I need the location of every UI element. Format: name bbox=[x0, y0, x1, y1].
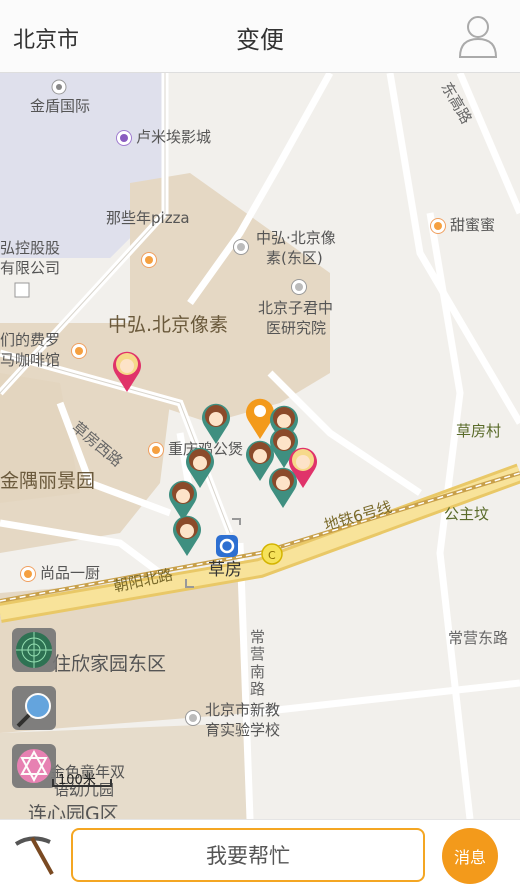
user-icon[interactable] bbox=[458, 13, 498, 59]
label-zhonghong-small-1: 中弘·北京像 bbox=[256, 229, 336, 247]
user-pin-male-1[interactable] bbox=[200, 401, 232, 445]
pickaxe-icon[interactable] bbox=[12, 832, 58, 878]
radar-icon[interactable] bbox=[12, 628, 56, 672]
label-gongzhufen: 公主坟 bbox=[444, 505, 490, 523]
cafe-poi-icon[interactable] bbox=[71, 343, 87, 359]
label-lianxin: 连心园G区 bbox=[28, 803, 119, 819]
label-jindun: 金盾国际 bbox=[30, 97, 91, 115]
label-xinjiaoyu-2: 育实验学校 bbox=[205, 721, 281, 739]
app-title: 变便 bbox=[236, 26, 284, 54]
label-xinjiaoyu-1: 北京市新教 bbox=[205, 701, 281, 719]
label-shangpin: 尚品一厨 bbox=[40, 564, 101, 582]
label-zijun-1: 北京子君中 bbox=[258, 299, 334, 317]
label-company: 有限公司 bbox=[0, 259, 61, 277]
user-pin-male-8[interactable] bbox=[171, 513, 203, 557]
map-view[interactable]: C 金盾国际 卢米埃影城 那些年pizza 弘控股股 有限公司 中弘·北京像 素… bbox=[0, 73, 520, 819]
restaurant2-poi-icon[interactable] bbox=[20, 566, 36, 582]
star-badge-icon[interactable] bbox=[12, 744, 56, 788]
search-map-icon[interactable] bbox=[12, 686, 56, 730]
user-pin-female[interactable] bbox=[111, 349, 143, 393]
label-zijun-2: 医研究院 bbox=[266, 319, 327, 337]
user-pin-male-5[interactable] bbox=[267, 465, 299, 509]
scale-label: 100米 bbox=[58, 773, 96, 788]
label-pizza: 那些年pizza bbox=[106, 209, 190, 227]
help-button[interactable]: 我要帮忙 bbox=[71, 828, 425, 882]
label-caofang-station: 草房 bbox=[208, 560, 242, 580]
label-tianmi: 甜蜜蜜 bbox=[450, 216, 496, 234]
bottom-bar: 我要帮忙 消息 bbox=[0, 819, 520, 891]
svg-text:C: C bbox=[268, 549, 276, 562]
label-zhuxin: 住欣家园东区 bbox=[52, 653, 167, 675]
label-zhonghong-big: 中弘.北京像素 bbox=[108, 314, 229, 336]
message-button[interactable]: 消息 bbox=[442, 828, 498, 884]
label-jinyu: 金隅丽景园 bbox=[0, 470, 96, 492]
label-feiluo-1: 们的费罗 bbox=[0, 331, 61, 349]
label-changyingnanlu: 常营南路 bbox=[250, 628, 266, 698]
label-caofangcun: 草房村 bbox=[456, 422, 502, 440]
app-header: 北京市 变便 bbox=[0, 0, 520, 73]
label-lumiere: 卢米埃影城 bbox=[136, 128, 212, 146]
label-changyingdonglu: 常营东路 bbox=[448, 629, 509, 647]
building-poi-icon[interactable] bbox=[233, 239, 249, 255]
label-holding: 弘控股股 bbox=[0, 239, 61, 257]
cinema-poi-icon[interactable] bbox=[116, 130, 132, 146]
dessert-poi-icon[interactable] bbox=[430, 218, 446, 234]
school-poi-icon[interactable] bbox=[185, 710, 201, 726]
restaurant-poi-icon[interactable] bbox=[148, 442, 164, 458]
hospital-poi-icon[interactable] bbox=[291, 279, 307, 295]
label-feiluo-2: 马咖啡馆 bbox=[0, 351, 61, 369]
label-zhonghong-small-2: 素(东区) bbox=[266, 249, 323, 267]
food-poi-icon[interactable] bbox=[141, 252, 157, 268]
